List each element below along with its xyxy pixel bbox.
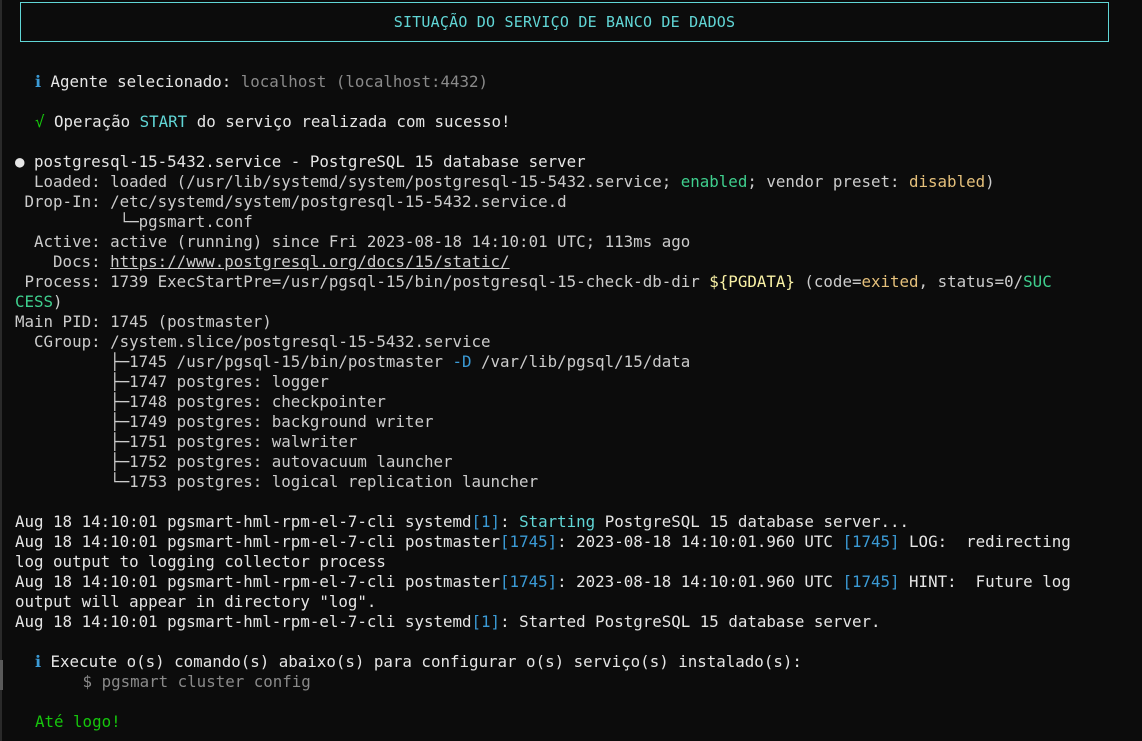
loaded-text: Loaded: loaded (/usr/lib/systemd/system/… — [15, 172, 681, 191]
tree-item-text: ├─1745 /usr/pgsql-15/bin/postmaster — [15, 352, 453, 371]
cgroup-tree-item: ├─1752 postgres: autovacuum launcher — [15, 452, 453, 471]
operation-line: √ Operação START do serviço realizada co… — [35, 112, 511, 132]
goodbye-message: Até logo! — [35, 712, 121, 731]
log-pid: [1745] — [500, 532, 558, 551]
log-line: Aug 18 14:10:01 pgsmart-hml-rpm-el-7-cli… — [15, 612, 880, 632]
cgroup-tree-item: ├─1747 postgres: logger — [15, 372, 329, 391]
log-pid: [1745] — [842, 572, 900, 591]
log-timestamp: : 2023-08-18 14:10:01.960 UTC — [557, 572, 843, 591]
log-pid: [1] — [471, 512, 501, 531]
log-message: HINT: Future log — [899, 572, 1071, 591]
info-icon: ℹ — [35, 72, 42, 91]
loaded-disabled: disabled — [909, 172, 986, 191]
dropin-line: Drop-In: /etc/systemd/system/postgresql-… — [15, 192, 567, 211]
log-line: Aug 18 14:10:01 pgsmart-hml-rpm-el-7-cli… — [15, 532, 1071, 552]
section-banner: SITUAÇÃO DO SERVIÇO DE BANCO DE DADOS — [20, 2, 1109, 42]
docs-label: Docs: — [15, 252, 111, 271]
log-process: systemd — [404, 512, 472, 531]
mainpid-line: Main PID: 1745 (postmaster) — [15, 312, 272, 331]
active-line: Active: active (running) since Fri 2023-… — [15, 232, 691, 251]
tree-item-flag: -D — [452, 352, 472, 371]
log-line-cont: output will appear in directory "log". — [15, 592, 377, 611]
log-pid: [1745] — [500, 572, 558, 591]
cgroup-tree-item: ├─1748 postgres: checkpointer — [15, 392, 386, 411]
agent-line: ℹ Agente selecionado: localhost (localho… — [35, 72, 488, 92]
operation-name: START — [139, 112, 188, 131]
log-starting: Starting — [519, 512, 596, 531]
cgroup-line: CGroup: /system.slice/postgresql-15-5432… — [15, 332, 491, 351]
log-line: Aug 18 14:10:01 pgsmart-hml-rpm-el-7-cli… — [15, 512, 909, 532]
log-sep: : — [500, 512, 520, 531]
terminal-left-edge — [0, 0, 2, 741]
process-code: (code= — [794, 272, 862, 291]
process-success-part2: CESS — [15, 292, 54, 311]
log-pid: [1] — [471, 612, 501, 631]
docs-line: Docs: https://www.postgresql.org/docs/15… — [15, 252, 510, 272]
log-process: postmaster — [404, 572, 501, 591]
log-prefix: Aug 18 14:10:01 pgsmart-hml-rpm-el-7-cli — [15, 572, 405, 591]
hint-command: $ pgsmart cluster config — [35, 672, 311, 691]
dropin-conf-line: └─pgsmart.conf — [15, 212, 253, 231]
agent-label: Agente selecionado: — [50, 72, 241, 91]
process-success-part1: SUC — [1023, 272, 1052, 291]
check-icon: √ — [35, 112, 45, 131]
cgroup-tree-item: ├─1751 postgres: walwriter — [15, 432, 358, 451]
hint-line: ℹ Execute o(s) comando(s) abaixo(s) para… — [35, 652, 802, 672]
loaded-line: Loaded: loaded (/usr/lib/systemd/system/… — [15, 172, 995, 192]
log-prefix: Aug 18 14:10:01 pgsmart-hml-rpm-el-7-cli — [15, 512, 405, 531]
loaded-close: ) — [985, 172, 995, 191]
banner-title: SITUAÇÃO DO SERVIÇO DE BANCO DE DADOS — [393, 13, 736, 31]
process-exited: exited — [861, 272, 919, 291]
process-wrap-line: CESS) — [15, 292, 63, 312]
service-name: postgresql-15-5432.service - PostgreSQL … — [24, 152, 586, 171]
process-status: , status=0/ — [918, 272, 1024, 291]
loaded-enabled: enabled — [680, 172, 748, 191]
log-line: Aug 18 14:10:01 pgsmart-hml-rpm-el-7-cli… — [15, 572, 1071, 592]
operation-after: do serviço realizada com sucesso! — [187, 112, 511, 131]
cgroup-tree-item: └─1753 postgres: logical replication lau… — [15, 472, 539, 491]
terminal-window[interactable]: SITUAÇÃO DO SERVIÇO DE BANCO DE DADOS ℹ … — [0, 0, 1142, 741]
hint-text: Execute o(s) comando(s) abaixo(s) para c… — [41, 652, 802, 671]
status-bullet-icon: ● — [15, 152, 25, 171]
cgroup-tree-item: ├─1749 postgres: background writer — [15, 412, 434, 431]
tree-item-path: /var/lib/pgsql/15/data — [471, 352, 691, 371]
log-pid: [1745] — [842, 532, 900, 551]
log-prefix: Aug 18 14:10:01 pgsmart-hml-rpm-el-7-cli — [15, 612, 405, 631]
log-timestamp: : 2023-08-18 14:10:01.960 UTC — [557, 532, 843, 551]
process-line: Process: 1739 ExecStartPre=/usr/pgsql-15… — [15, 272, 1052, 292]
agent-value: localhost (localhost:4432) — [240, 72, 489, 91]
operation-before: Operação — [54, 112, 140, 131]
loaded-preset: ; vendor preset: — [747, 172, 910, 191]
terminal-scroll-marker[interactable] — [0, 660, 3, 690]
service-header-line: ● postgresql-15-5432.service - PostgreSQ… — [15, 152, 586, 172]
log-message: : Started PostgreSQL 15 database server. — [500, 612, 881, 631]
log-line-cont: log output to logging collector process — [15, 552, 386, 571]
log-message: LOG: redirecting — [899, 532, 1071, 551]
log-message: PostgreSQL 15 database server... — [595, 512, 910, 531]
log-prefix: Aug 18 14:10:01 pgsmart-hml-rpm-el-7-cli — [15, 532, 405, 551]
process-pgdata-var: ${PGDATA} — [709, 272, 795, 291]
log-process: systemd — [404, 612, 472, 631]
process-text: Process: 1739 ExecStartPre=/usr/pgsql-15… — [15, 272, 710, 291]
log-process: postmaster — [404, 532, 501, 551]
docs-link[interactable]: https://www.postgresql.org/docs/15/stati… — [110, 252, 509, 271]
cgroup-tree-item: ├─1745 /usr/pgsql-15/bin/postmaster -D /… — [15, 352, 690, 372]
process-close: ) — [53, 292, 63, 311]
